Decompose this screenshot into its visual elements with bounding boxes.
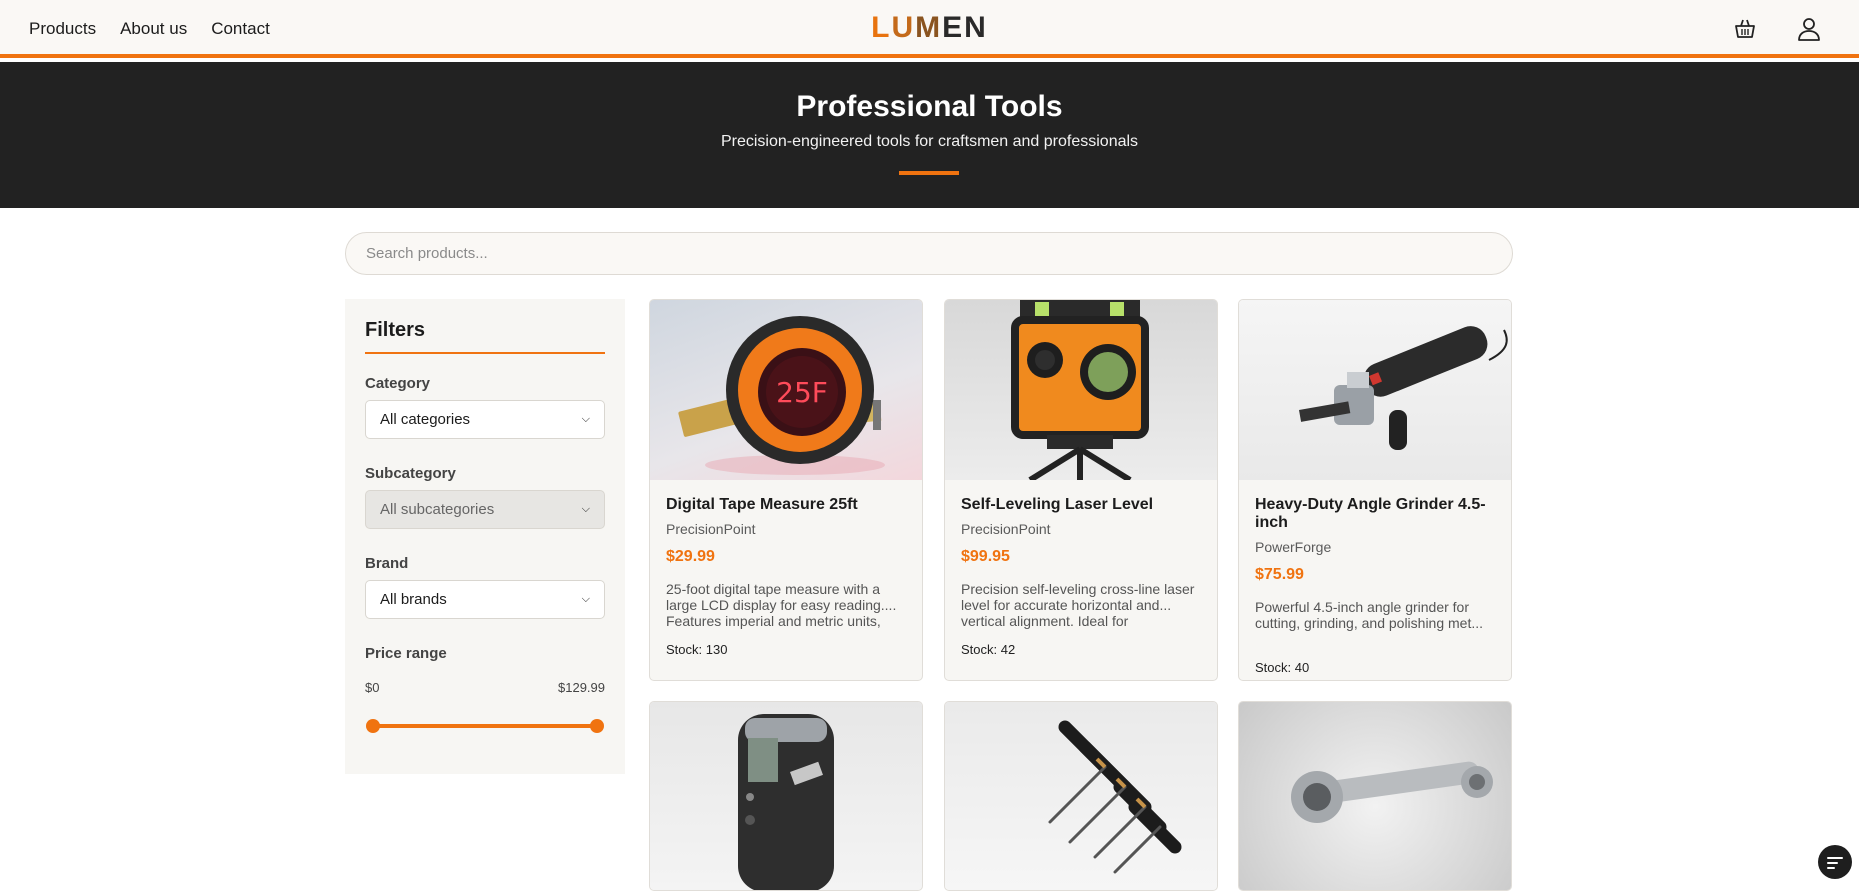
product-name: Digital Tape Measure 25ft bbox=[666, 496, 858, 513]
page-title: Professional Tools bbox=[796, 90, 1063, 123]
product-image: 25F bbox=[650, 300, 922, 480]
page-subtitle: Precision-engineered tools for craftsmen… bbox=[720, 133, 1139, 150]
subcategory-label: Subcategory bbox=[365, 465, 456, 482]
user-icon[interactable] bbox=[1796, 16, 1822, 42]
product-stock: Stock: 40 bbox=[1255, 660, 1310, 675]
chevron-down-icon: ⌵ bbox=[581, 503, 590, 515]
product-brand: PrecisionPoint bbox=[666, 521, 756, 537]
slider-track bbox=[373, 724, 597, 728]
subcategory-value: All subcategories bbox=[380, 501, 495, 518]
product-brand: PowerForge bbox=[1255, 539, 1332, 555]
top-header: Products About us Contact LUMEN bbox=[0, 0, 1859, 58]
chevron-down-icon: ⌵ bbox=[581, 413, 590, 425]
product-image bbox=[650, 702, 922, 890]
product-card[interactable]: Heavy-Duty Angle Grinder 4.5-inch PowerF… bbox=[1238, 299, 1512, 681]
product-stock: Stock: 130 bbox=[666, 642, 728, 657]
product-description: 25-foot digital tape measure with a larg… bbox=[666, 581, 897, 629]
logo[interactable]: LUMEN bbox=[0, 11, 1859, 45]
hero-banner: Professional Tools Precision-engineered … bbox=[0, 62, 1859, 208]
hero-divider bbox=[899, 171, 959, 175]
help-chat-button[interactable] bbox=[1818, 845, 1852, 879]
chevron-down-icon: ⌵ bbox=[581, 593, 590, 605]
product-description: Powerful 4.5-inch angle grinder for cutt… bbox=[1255, 599, 1484, 631]
filters-title: Filters bbox=[365, 319, 605, 354]
product-image bbox=[945, 300, 1217, 480]
price-range-slider[interactable] bbox=[365, 719, 605, 733]
product-brand: PrecisionPoint bbox=[961, 521, 1051, 537]
category-label: Category bbox=[365, 375, 431, 392]
price-min: $0 bbox=[365, 680, 380, 695]
filters-panel: Filters Category All categories ⌵ Subcat… bbox=[345, 299, 625, 774]
product-card[interactable] bbox=[944, 701, 1218, 891]
product-card[interactable] bbox=[1238, 701, 1512, 891]
product-description: Precision self-leveling cross-line laser… bbox=[961, 581, 1195, 629]
category-value: All categories bbox=[380, 411, 471, 428]
product-price: $99.95 bbox=[961, 548, 1010, 565]
product-image bbox=[945, 702, 1217, 890]
slider-max-handle[interactable] bbox=[590, 719, 604, 733]
price-max: $129.99 bbox=[558, 680, 605, 695]
search-input[interactable] bbox=[345, 232, 1513, 275]
price-range-values: $0 $129.99 bbox=[365, 680, 605, 695]
product-image bbox=[1239, 702, 1511, 890]
product-price: $75.99 bbox=[1255, 566, 1304, 583]
product-name: Heavy-Duty Angle Grinder 4.5-inch bbox=[1255, 496, 1486, 531]
subcategory-select[interactable]: All subcategories ⌵ bbox=[365, 490, 605, 529]
product-image bbox=[1239, 300, 1511, 480]
product-card[interactable]: Self-Leveling Laser Level PrecisionPoint… bbox=[944, 299, 1218, 681]
brand-value: All brands bbox=[380, 591, 447, 608]
basket-icon[interactable] bbox=[1732, 16, 1758, 42]
slider-min-handle[interactable] bbox=[366, 719, 380, 733]
price-range-label: Price range bbox=[365, 645, 447, 662]
product-price: $29.99 bbox=[666, 548, 715, 565]
brand-label: Brand bbox=[365, 555, 409, 572]
product-stock: Stock: 42 bbox=[961, 642, 1016, 657]
product-card[interactable] bbox=[649, 701, 923, 891]
tape-display-text: 25F bbox=[776, 376, 828, 409]
brand-select[interactable]: All brands ⌵ bbox=[365, 580, 605, 619]
category-select[interactable]: All categories ⌵ bbox=[365, 400, 605, 439]
product-name: Self-Leveling Laser Level bbox=[961, 496, 1154, 513]
product-card[interactable]: 25F Digital Tape Measure 25ft PrecisionP… bbox=[649, 299, 923, 681]
